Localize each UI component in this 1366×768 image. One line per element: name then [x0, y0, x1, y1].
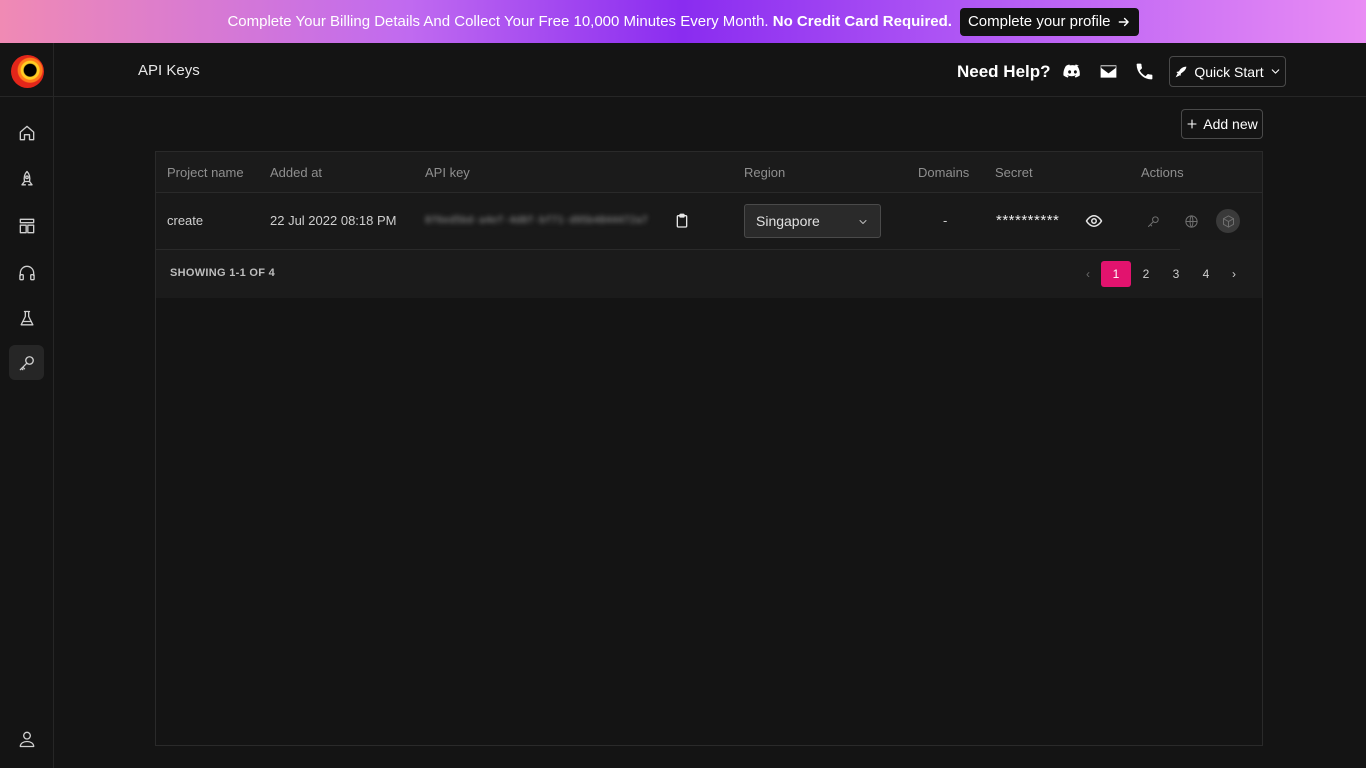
need-help-label: Need Help? — [957, 62, 1051, 81]
discord-button[interactable] — [1061, 60, 1083, 82]
page-button-4[interactable]: 4 — [1191, 261, 1221, 287]
key-icon — [19, 355, 34, 370]
rocket-icon — [1176, 66, 1187, 77]
page-header: API Keys Need Help? Quick Start — [54, 43, 1366, 97]
column-header: Actions — [1141, 165, 1184, 180]
banner-message: Complete Your Billing Details And Collec… — [227, 13, 952, 30]
column-header: Project name — [167, 165, 244, 180]
rocket-icon — [20, 170, 33, 185]
table-row: create 22 Jul 2022 08:18 PM 8f6ed5bd-a4e… — [156, 193, 1262, 250]
table-footer: SHOWING 1-1 OF 4 ‹ 1 2 3 4 › — [156, 250, 1262, 298]
mail-icon — [1100, 64, 1116, 78]
storage-config-button[interactable] — [1216, 209, 1240, 233]
banner-text: Complete Your Billing Details And Collec… — [227, 13, 769, 30]
page-button-3[interactable]: 3 — [1161, 261, 1191, 287]
project-name: create — [167, 213, 204, 228]
sidebar-item-templates[interactable] — [9, 208, 44, 243]
headset-icon — [18, 265, 35, 280]
eye-icon[interactable] — [1085, 212, 1103, 230]
sidebar-item-support[interactable] — [9, 255, 44, 290]
previous-page-button[interactable]: ‹ — [1073, 261, 1103, 287]
domains-value: - — [943, 213, 948, 228]
add-new-button[interactable]: Add new — [1181, 109, 1263, 139]
column-header: Region — [744, 165, 786, 180]
sidebar-divider — [0, 96, 54, 97]
complete-profile-button[interactable]: Complete your profile — [959, 7, 1139, 36]
promo-banner: Complete Your Billing Details And Collec… — [0, 0, 1366, 43]
api-key-value: 8f6ed5bd-a4ef-4d8f-bf71-d95b4844472a7 — [425, 215, 648, 226]
cube-icon — [1222, 214, 1234, 228]
pagination-summary: SHOWING 1-1 OF 4 — [170, 267, 276, 279]
next-page-button[interactable]: › — [1219, 261, 1249, 287]
layout-icon — [19, 218, 34, 233]
user-icon — [19, 731, 34, 747]
region-value: Singapore — [756, 213, 820, 229]
page-button-2[interactable]: 2 — [1131, 261, 1161, 287]
quick-start-label: Quick Start — [1194, 63, 1264, 80]
sidebar-item-profile[interactable] — [9, 721, 44, 756]
page-title: API Keys — [138, 62, 200, 79]
email-button[interactable] — [1097, 60, 1119, 82]
plus-icon — [1187, 119, 1197, 129]
column-header: Domains — [918, 165, 970, 180]
banner-emphasis: No Credit Card Required. — [772, 13, 952, 30]
chevron-down-icon — [1271, 69, 1279, 74]
phone-button[interactable] — [1133, 60, 1155, 82]
arrow-right-icon — [1118, 17, 1129, 26]
page-button-1[interactable]: 1 — [1101, 261, 1131, 287]
edit-key-button[interactable] — [1141, 209, 1165, 233]
secret-value: ********** — [996, 212, 1060, 229]
discord-icon — [1062, 64, 1080, 78]
column-header: Secret — [995, 165, 1033, 180]
domains-button[interactable] — [1179, 209, 1203, 233]
table-header: Project name Added at API key Region Dom… — [156, 152, 1262, 193]
sidebar-item-labs[interactable] — [9, 301, 44, 336]
column-header: Added at — [270, 165, 323, 180]
column-header: API key — [425, 165, 470, 180]
clipboard-icon[interactable] — [674, 212, 690, 230]
sidebar-item-home[interactable] — [9, 115, 44, 150]
add-new-label: Add new — [1203, 116, 1258, 132]
app-logo[interactable] — [11, 55, 44, 88]
added-at: 22 Jul 2022 08:18 PM — [270, 213, 397, 228]
region-select[interactable]: Singapore — [744, 204, 881, 238]
key-icon — [1147, 215, 1159, 227]
complete-profile-label: Complete your profile — [967, 13, 1111, 30]
sidebar-item-deploy[interactable] — [9, 161, 44, 196]
globe-icon — [1184, 214, 1198, 228]
chevron-down-icon — [859, 220, 867, 224]
quick-start-dropdown[interactable]: Quick Start — [1169, 56, 1286, 87]
home-icon — [19, 125, 34, 140]
sidebar — [0, 43, 54, 768]
sidebar-item-api-keys[interactable] — [9, 345, 44, 380]
flask-icon — [20, 310, 33, 325]
api-keys-table: Project name Added at API key Region Dom… — [155, 151, 1263, 746]
phone-icon — [1136, 63, 1152, 79]
